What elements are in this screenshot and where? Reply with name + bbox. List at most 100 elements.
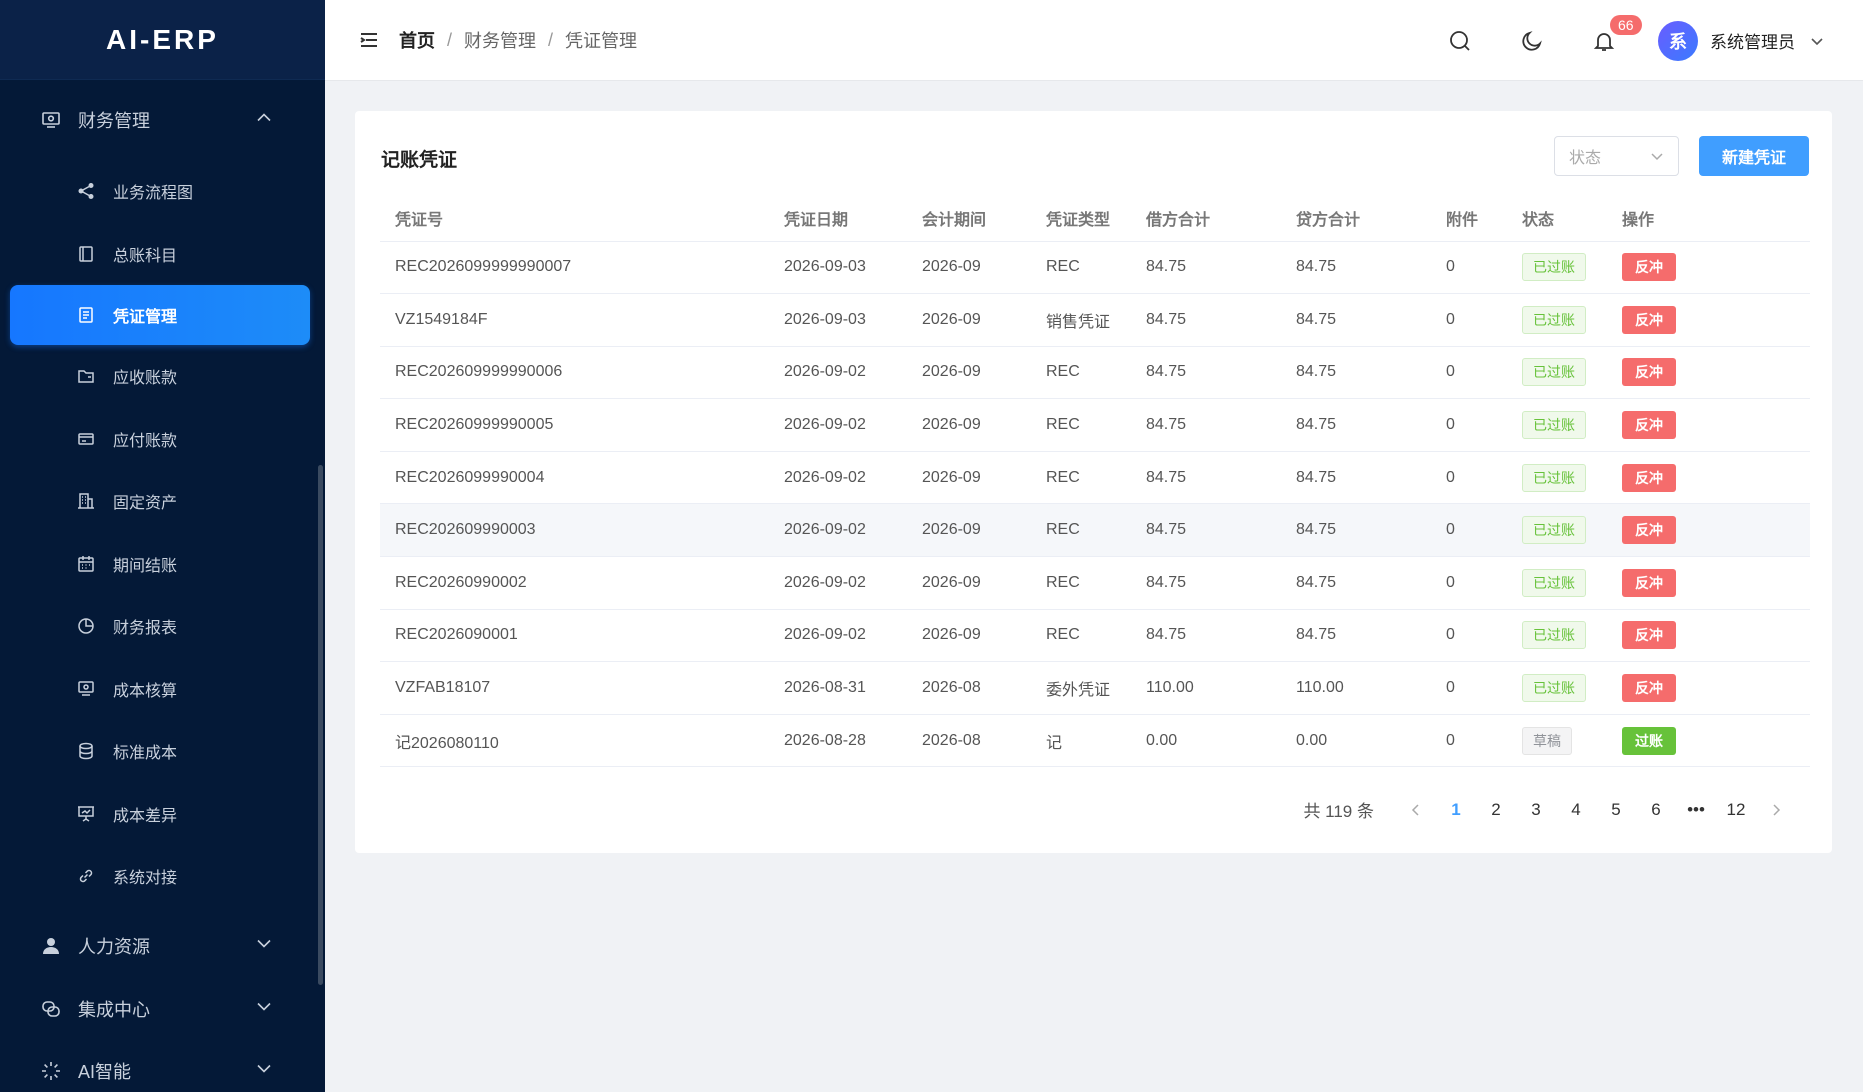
- sidebar-item-label: 固定资产: [113, 495, 178, 513]
- table-cell: 84.75: [1131, 398, 1281, 452]
- chevron-right-icon[interactable]: [1756, 803, 1796, 817]
- column-header[interactable]: 借方合计: [1131, 196, 1281, 242]
- sidebar-scrollbar[interactable]: [318, 465, 323, 985]
- chevron-left-icon[interactable]: [1396, 803, 1436, 817]
- reverse-button[interactable]: 反冲: [1622, 411, 1676, 440]
- action-cell: 反冲: [1607, 503, 1810, 558]
- table-row[interactable]: REC20260990002 2026-09-02 2026-09 REC 84.75 8…: [380, 556, 1810, 610]
- sidebar-item-integration[interactable]: 系统对接: [0, 845, 325, 908]
- page-button[interactable]: 4: [1556, 800, 1596, 820]
- username[interactable]: 系统管理员: [1710, 28, 1795, 53]
- table-cell: 0: [1431, 556, 1507, 610]
- menu-toggle-icon[interactable]: [357, 28, 381, 52]
- sidebar-item-cost-accounting[interactable]: 成本核算: [0, 658, 325, 721]
- monitor-icon: [40, 109, 62, 131]
- column-header[interactable]: 附件: [1431, 196, 1507, 242]
- avatar[interactable]: 系: [1658, 20, 1698, 61]
- moon-icon[interactable]: [1518, 27, 1546, 55]
- table-row[interactable]: REC2026090001 2026-09-02 2026-09 REC 84.75 84…: [380, 609, 1810, 663]
- header-actions: 66 系 系统管理员: [1402, 0, 1825, 81]
- breadcrumb-finance[interactable]: 财务管理: [464, 27, 536, 53]
- reverse-button[interactable]: 反冲: [1622, 568, 1676, 597]
- page-button[interactable]: 3: [1516, 800, 1556, 820]
- page-button[interactable]: 6: [1636, 800, 1676, 820]
- sidebar-item-payables[interactable]: 应付账款: [0, 408, 325, 471]
- search-icon[interactable]: [1446, 27, 1474, 55]
- table-row[interactable]: 记2026080110 2026-08-28 2026-08 记 0.00 0.00 0 草稿…: [380, 714, 1810, 768]
- sidebar-item-reports[interactable]: 财务报表: [0, 595, 325, 658]
- table-cell: 84.75: [1131, 609, 1281, 663]
- pagination-total: 共 119 条: [1303, 802, 1374, 821]
- table-row[interactable]: REC202609990003 2026-09-02 2026-09 REC 84.75…: [380, 503, 1810, 558]
- page-button[interactable]: 12: [1716, 800, 1756, 820]
- sidebar-item-fixed-assets[interactable]: 固定资产: [0, 470, 325, 533]
- page-button[interactable]: 2: [1476, 800, 1516, 820]
- table-cell: REC2026090001: [380, 609, 769, 663]
- status-cell: 已过账: [1507, 398, 1607, 452]
- table-row[interactable]: REC2026099999990007 2026-09-03 2026-09 REC 8…: [380, 241, 1810, 295]
- table-row[interactable]: VZFAB18107 2026-08-31 2026-08 委外凭证 110.00 110…: [380, 661, 1810, 715]
- table-cell: 0: [1431, 661, 1507, 715]
- sidebar-item-label: 业务流程图: [113, 185, 194, 203]
- action-cell: 反冲: [1607, 241, 1810, 295]
- reverse-button[interactable]: 反冲: [1622, 305, 1676, 334]
- table-cell: REC: [1031, 503, 1131, 558]
- reverse-button[interactable]: 反冲: [1622, 674, 1676, 703]
- chevron-down-icon[interactable]: [1809, 33, 1825, 49]
- sidebar-item-standard-cost[interactable]: 标准成本: [0, 720, 325, 783]
- sidebar-item-ledger[interactable]: 总账科目: [0, 223, 325, 286]
- column-header[interactable]: 凭证类型: [1031, 196, 1131, 242]
- column-header[interactable]: 凭证日期: [769, 196, 907, 242]
- sidebar-item-vouchers[interactable]: 凭证管理: [10, 285, 310, 345]
- post-button[interactable]: 过账: [1622, 726, 1676, 755]
- card-header: 记账凭证 状态 新建凭证: [355, 111, 1832, 191]
- breadcrumb-home[interactable]: 首页: [399, 27, 435, 53]
- more-pages-ellipsis[interactable]: •••: [1676, 800, 1716, 820]
- share-icon: [75, 180, 97, 202]
- table-cell: 记2026080110: [380, 714, 769, 768]
- column-header[interactable]: 贷方合计: [1281, 196, 1431, 242]
- table-row[interactable]: VZ1549184F 2026-09-03 2026-09 销售凭证 84.75 84.7…: [380, 293, 1810, 347]
- table-row[interactable]: REC202609999990006 2026-09-02 2026-09 REC 84…: [380, 346, 1810, 400]
- reverse-button[interactable]: 反冲: [1622, 358, 1676, 387]
- reverse-button[interactable]: 反冲: [1622, 621, 1676, 650]
- status-badge: 已过账: [1522, 516, 1586, 545]
- new-voucher-button[interactable]: 新建凭证: [1699, 136, 1809, 176]
- menu-group-ai[interactable]: AI智能: [0, 1040, 325, 1092]
- table-cell: REC2026099999990007: [380, 241, 769, 295]
- sidebar-item-receivables[interactable]: 应收账款: [0, 345, 325, 408]
- status-cell: 已过账: [1507, 241, 1607, 295]
- menu-group-integration[interactable]: 集成中心: [0, 978, 325, 1041]
- table-cell: 0: [1431, 241, 1507, 295]
- menu-group-finance[interactable]: 财务管理: [0, 80, 325, 160]
- bell-icon[interactable]: 66: [1590, 14, 1642, 55]
- table-row[interactable]: REC2026099990004 2026-09-02 2026-09 REC 84.7…: [380, 451, 1810, 505]
- book-icon: [75, 243, 97, 265]
- table-row[interactable]: REC20260999990005 2026-09-02 2026-09 REC 84.…: [380, 398, 1810, 452]
- table-cell: 2026-09: [907, 556, 1031, 610]
- status-filter-placeholder: 状态: [1569, 150, 1602, 167]
- reverse-button[interactable]: 反冲: [1622, 253, 1676, 282]
- table-cell: REC202609990003: [380, 503, 769, 558]
- column-header[interactable]: 凭证号: [380, 196, 769, 242]
- page-button[interactable]: 1: [1436, 800, 1476, 820]
- menu-group-label: 财务管理: [78, 111, 150, 131]
- sidebar-item-cost-variance[interactable]: 成本差异: [0, 783, 325, 846]
- chevron-down-icon: [255, 997, 273, 1020]
- column-header[interactable]: 状态: [1507, 196, 1607, 242]
- sidebar-item-flowchart[interactable]: 业务流程图: [0, 160, 325, 223]
- menu-group-hr[interactable]: 人力资源: [0, 915, 325, 978]
- menu-group-label: AI智能: [78, 1062, 132, 1083]
- sidebar-item-period-close[interactable]: 期间结账: [0, 533, 325, 596]
- table-cell: 84.75: [1281, 293, 1431, 347]
- status-badge: 已过账: [1522, 621, 1586, 650]
- status-filter-select[interactable]: 状态: [1554, 136, 1679, 176]
- column-header[interactable]: 会计期间: [907, 196, 1031, 242]
- table-cell: 0: [1431, 346, 1507, 400]
- page-button[interactable]: 5: [1596, 800, 1636, 820]
- status-cell: 已过账: [1507, 293, 1607, 347]
- reverse-button[interactable]: 反冲: [1622, 463, 1676, 492]
- reverse-button[interactable]: 反冲: [1622, 516, 1676, 545]
- table-cell: 2026-09: [907, 609, 1031, 663]
- table-cell: 84.75: [1281, 503, 1431, 558]
